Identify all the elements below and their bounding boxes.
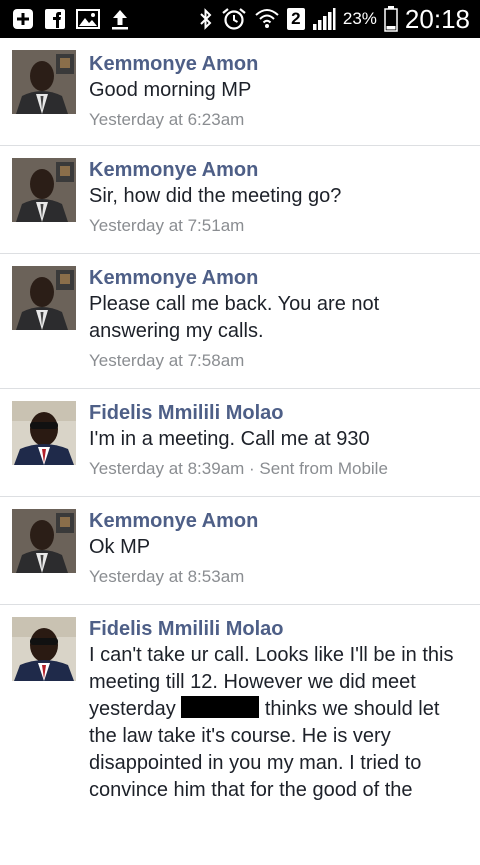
status-time: 20:18 [404, 3, 470, 34]
message-text: I'm in a meeting. Call me at 930 [89, 428, 370, 450]
message-item[interactable]: Kemmonye Amon Please call me back. You a… [0, 254, 480, 389]
message-list[interactable]: Kemmonye Amon Good morning MP Yesterday … [0, 38, 480, 865]
message-text: Good morning MP [89, 79, 252, 101]
avatar-kemmonye [12, 509, 76, 573]
wifi-icon [254, 7, 280, 31]
image-icon [76, 8, 100, 30]
alarm-icon [221, 7, 247, 31]
message-item[interactable]: Kemmonye Amon Ok MP Yesterday at 8:53am [0, 497, 480, 605]
message-timestamp: Yesterday at 7:58am [89, 351, 245, 370]
sender-name[interactable]: Kemmonye Amon [89, 508, 466, 534]
message-text: Ok MP [89, 536, 151, 558]
sender-name[interactable]: Fidelis Mmilili Molao [89, 616, 466, 642]
status-bar: 2 23% 20:18 [0, 0, 480, 38]
sim2-icon: 2 [286, 8, 305, 30]
bluetooth-icon [198, 7, 214, 31]
avatar[interactable] [12, 401, 76, 465]
message-timestamp: Yesterday at 8:53am [89, 567, 245, 586]
avatar-kemmonye [12, 50, 76, 114]
avatar-kemmonye [12, 266, 76, 330]
message-item[interactable]: Kemmonye Amon Good morning MP Yesterday … [0, 38, 480, 146]
avatar[interactable] [12, 509, 76, 573]
avatar-fidelis [12, 617, 76, 681]
battery-percent: 23% [342, 9, 377, 28]
message-item[interactable]: Kemmonye Amon Sir, how did the meeting g… [0, 146, 480, 254]
upload-icon [110, 8, 130, 30]
avatar[interactable] [12, 50, 76, 114]
battery-icon [384, 6, 398, 32]
sender-name[interactable]: Kemmonye Amon [89, 157, 466, 183]
avatar[interactable] [12, 158, 76, 222]
avatar[interactable] [12, 617, 76, 681]
message-text: Please call me back. You are not answeri… [89, 293, 380, 342]
sender-name[interactable]: Kemmonye Amon [89, 265, 466, 291]
message-item[interactable]: Fidelis Mmilili Molao I can't take ur ca… [0, 605, 480, 865]
message-timestamp: Yesterday at 8:39am · Sent from Mobile [89, 459, 388, 478]
redaction-block [181, 696, 260, 718]
add-box-icon [12, 8, 34, 30]
message-item[interactable]: Fidelis Mmilili Molao I'm in a meeting. … [0, 389, 480, 497]
message-timestamp: Yesterday at 7:51am [89, 216, 245, 235]
facebook-icon [44, 8, 66, 30]
message-text: I can't take ur call. Looks like I'll be… [89, 642, 466, 804]
sender-name[interactable]: Fidelis Mmilili Molao [89, 400, 466, 426]
avatar-kemmonye [12, 158, 76, 222]
message-text: Sir, how did the meeting go? [89, 185, 342, 207]
signal-icon [312, 7, 336, 31]
sender-name[interactable]: Kemmonye Amon [89, 51, 466, 77]
avatar-fidelis [12, 401, 76, 465]
avatar[interactable] [12, 266, 76, 330]
message-timestamp: Yesterday at 6:23am [89, 110, 245, 129]
